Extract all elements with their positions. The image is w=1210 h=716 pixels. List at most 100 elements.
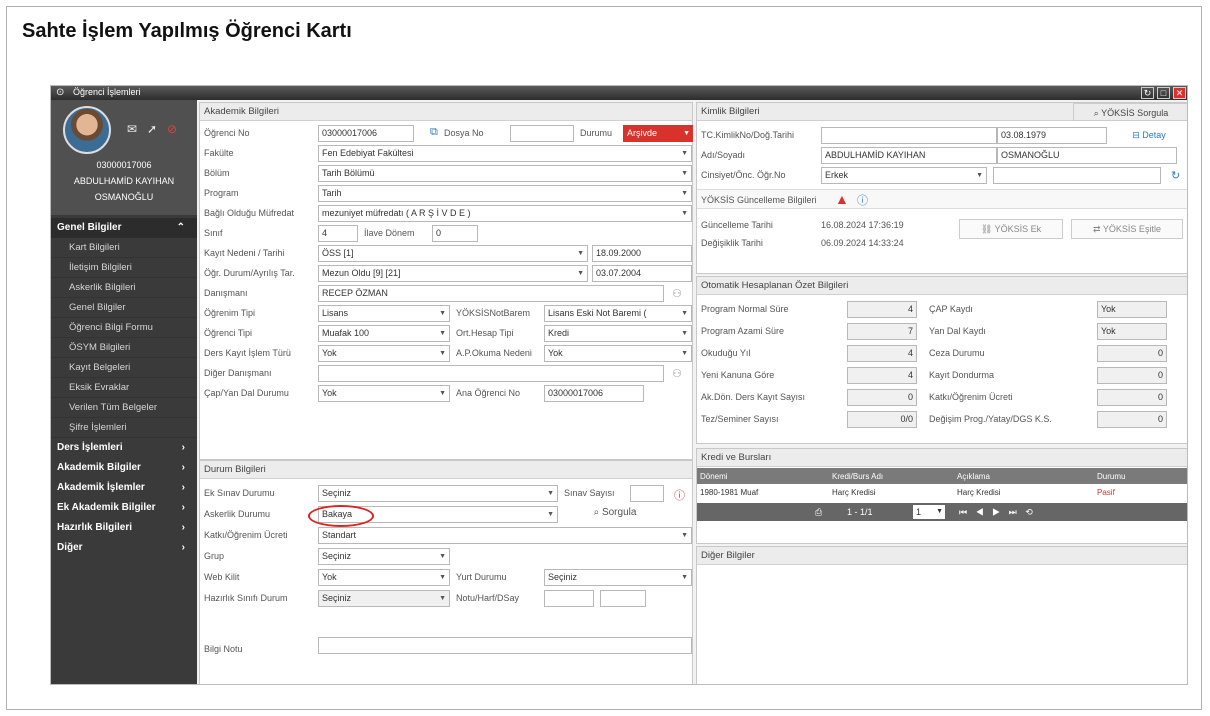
- dosya-no-field[interactable]: [510, 125, 574, 142]
- sidebar-item[interactable]: İletişim Bilgileri: [51, 258, 197, 278]
- field-value: Erkek: [825, 170, 849, 180]
- label: Durumu: [580, 128, 613, 138]
- info-icon[interactable]: ⓘ: [674, 487, 685, 503]
- kayit-select[interactable]: ÖSS [1] ▼: [318, 245, 588, 262]
- sidebar-item[interactable]: ÖSYM Bilgileri: [51, 338, 197, 358]
- refresh-icon[interactable]: ↻: [1141, 87, 1154, 99]
- table-row[interactable]: 1980-1981 Muaf Harç Kredisi Harç Kredisi…: [697, 484, 1187, 500]
- web-kilit-select[interactable]: Yok ▼: [318, 569, 450, 586]
- sidebar-item[interactable]: Kayıt Belgeleri: [51, 358, 197, 378]
- tc-field[interactable]: [821, 127, 997, 144]
- user-add-icon[interactable]: ⚇: [672, 367, 682, 380]
- sidebar-item[interactable]: Kart Bilgileri: [51, 238, 197, 258]
- field-value: Lisans Eski Not Baremi (: [548, 308, 647, 318]
- yoksis-ek-button[interactable]: ⛓ YÖKSİS Ek: [959, 219, 1063, 239]
- ozet-value: 0: [1097, 345, 1167, 362]
- sinav-sayisi-field[interactable]: [630, 485, 664, 502]
- ek-sinav-select[interactable]: Seçiniz ▼: [318, 485, 558, 502]
- notu-field[interactable]: [544, 590, 594, 607]
- cinsiyet-select[interactable]: Erkek ▼: [821, 167, 987, 184]
- warning-icon: ▲: [835, 191, 849, 207]
- sidebar-item-main[interactable]: Akademik İşlemler ›: [51, 478, 197, 498]
- sinif-field[interactable]: 4: [318, 225, 358, 242]
- chevron-down-icon: ▼: [577, 270, 584, 277]
- chevron-right-icon: ›: [181, 542, 185, 553]
- user-add-icon[interactable]: ⚇: [672, 287, 682, 300]
- sidebar-item[interactable]: Verilen Tüm Belgeler: [51, 398, 197, 418]
- mail-icon[interactable]: ✉: [127, 122, 137, 136]
- mufredat-select[interactable]: mezuniyet müfredatı ( A R Ş İ V D E ) ▼: [318, 205, 692, 222]
- pager-nav-icons[interactable]: ⏮ ◀ ▶ ⏭ ⟲: [959, 503, 1036, 521]
- ogrenci-no-field[interactable]: 03000017006: [318, 125, 414, 142]
- bolum-select[interactable]: Tarih Bölümü ▼: [318, 165, 692, 182]
- harf-field[interactable]: [600, 590, 646, 607]
- ders-kayit-select[interactable]: Yok ▼: [318, 345, 450, 362]
- ogrenci-tipi-select[interactable]: Muafak 100 ▼: [318, 325, 450, 342]
- field-label: Ek Sınav Durumu: [204, 488, 275, 498]
- soyad-field[interactable]: OSMANOĞLU: [997, 147, 1177, 164]
- sidebar-item[interactable]: Öğrenci Bilgi Formu: [51, 318, 197, 338]
- maximize-icon[interactable]: □: [1157, 87, 1170, 99]
- ozet-label: Ceza Durumu: [929, 348, 985, 358]
- ilave-field[interactable]: 0: [432, 225, 478, 242]
- panel-header: Diğer Bilgiler: [697, 547, 1187, 565]
- sidebar-item-main[interactable]: Hazırlık Bilgileri ›: [51, 518, 197, 538]
- ad-field[interactable]: ABDULHAMİD KAYIHAN: [821, 147, 997, 164]
- chevron-down-icon: ▼: [439, 553, 446, 560]
- durumu-select[interactable]: Arşivde ▼: [623, 125, 693, 142]
- sidebar-item[interactable]: Genel Bilgiler: [51, 298, 197, 318]
- diger-bilgiler-panel: Diğer Bilgiler: [696, 546, 1187, 684]
- detay-button[interactable]: ⊟ Detay: [1111, 126, 1187, 146]
- onceki-no-field[interactable]: [993, 167, 1161, 184]
- yoksis-sorgula-button[interactable]: ⌕ YÖKSİS Sorgula: [1073, 103, 1187, 121]
- info-icon[interactable]: ⓘ: [857, 192, 868, 208]
- sidebar-item-label: Diğer: [57, 542, 83, 553]
- ozet-value: Yok: [1097, 301, 1167, 318]
- degisiklik-value: 06.09.2024 14:33:24: [821, 238, 904, 248]
- sidebar-item-label: Akademik İşlemler: [57, 482, 145, 493]
- grup-select[interactable]: Seçiniz ▼: [318, 548, 450, 565]
- copy-icon[interactable]: ⧉: [430, 126, 438, 139]
- katki-select[interactable]: Standart ▼: [318, 527, 692, 544]
- hazirlik-select[interactable]: Seçiniz ▼: [318, 590, 450, 607]
- sidebar-item-main[interactable]: Ders İşlemleri ›: [51, 438, 197, 458]
- sidebar-item-genel-bilgiler[interactable]: Genel Bilgiler ⌃: [51, 218, 197, 238]
- panel-header: Akademik Bilgileri: [200, 103, 692, 121]
- sidebar-item[interactable]: Eksik Evraklar: [51, 378, 197, 398]
- sidebar-item-main[interactable]: Ek Akademik Bilgiler ›: [51, 498, 197, 518]
- sidebar-item[interactable]: Şifre İşlemleri: [51, 418, 197, 438]
- notbarem-select[interactable]: Lisans Eski Not Baremi (▼: [544, 305, 692, 322]
- bilgi-notu-field[interactable]: [318, 637, 692, 654]
- sidebar-item-main[interactable]: Diğer ›: [51, 538, 197, 558]
- kayit-tarih-field[interactable]: 18.09.2000: [592, 245, 692, 262]
- field-label: TC.KimlikNo/Doğ.Tarihi: [701, 130, 795, 140]
- back-icon[interactable]: ⊙: [56, 87, 64, 98]
- ana-ogrenci-no-field[interactable]: 03000017006: [544, 385, 644, 402]
- cap-select[interactable]: Yok ▼: [318, 385, 450, 402]
- dogum-field[interactable]: 03.08.1979: [997, 127, 1107, 144]
- ayrilis-select[interactable]: Mezun Oldu [9] [21] ▼: [318, 265, 588, 282]
- yurt-select[interactable]: Seçiniz ▼: [544, 569, 692, 586]
- sidebar-item[interactable]: Askerlik Bilgileri: [51, 278, 197, 298]
- ort-hesap-select[interactable]: Kredi ▼: [544, 325, 692, 342]
- close-icon[interactable]: ✕: [1173, 87, 1186, 99]
- sidebar-item-main[interactable]: Akademik Bilgiler ›: [51, 458, 197, 478]
- yoksis-esitle-button[interactable]: ⇄ YÖKSİS Eşitle: [1071, 219, 1183, 239]
- refresh-icon[interactable]: ↻: [1171, 169, 1180, 182]
- fakulte-select[interactable]: Fen Edebiyat Fakültesi ▼: [318, 145, 692, 162]
- print-icon[interactable]: ⎙: [815, 503, 822, 521]
- block-icon[interactable]: ⊘: [167, 122, 177, 136]
- field-label: Sınav Sayısı: [564, 488, 615, 498]
- ayrilis-tarih-field[interactable]: 03.07.2004: [592, 265, 692, 282]
- diger-danisman-field[interactable]: [318, 365, 664, 382]
- sorgula-button[interactable]: ⌕ Sorgula: [570, 504, 660, 524]
- danisman-field[interactable]: RECEP ÖZMAN: [318, 285, 664, 302]
- chevron-right-icon: ›: [181, 482, 185, 493]
- page-select[interactable]: 1 ▼: [913, 505, 945, 519]
- field-value: Fen Edebiyat Fakültesi: [322, 148, 414, 158]
- ogrenim-tipi-select[interactable]: Lisans ▼: [318, 305, 450, 322]
- field-value: Tarih: [322, 188, 342, 198]
- send-icon[interactable]: ➚: [147, 122, 157, 136]
- program-select[interactable]: Tarih ▼: [318, 185, 692, 202]
- ap-okuma-select[interactable]: Yok ▼: [544, 345, 692, 362]
